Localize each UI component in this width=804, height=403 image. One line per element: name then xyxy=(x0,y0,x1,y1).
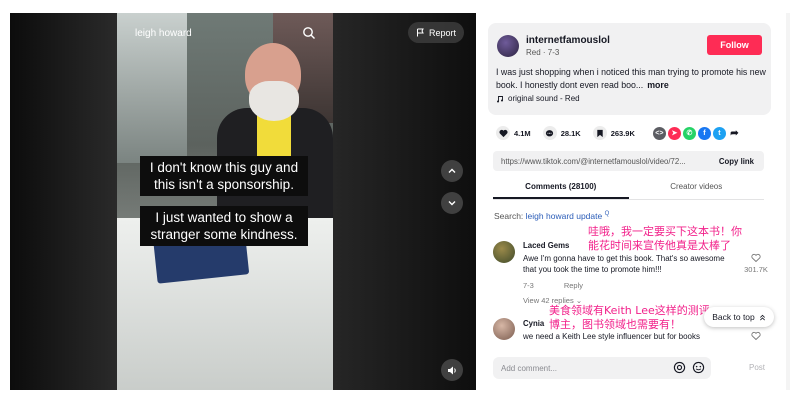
like-button[interactable]: 4.1M xyxy=(496,126,531,140)
report-label: Report xyxy=(428,27,456,38)
scrollbar[interactable] xyxy=(786,13,790,390)
report-button[interactable]: Report xyxy=(408,22,464,43)
search-icon[interactable] xyxy=(302,26,316,40)
comment-like-button[interactable]: 301.7K xyxy=(741,253,771,274)
search-keyword[interactable]: leigh howard update xyxy=(526,211,603,221)
tab-comments[interactable]: Comments (28100) xyxy=(493,178,629,199)
comment-like-button[interactable] xyxy=(741,331,771,343)
post-description: I was just shopping when i noticed this … xyxy=(496,66,766,91)
back-to-top-button[interactable]: Back to top xyxy=(704,307,774,327)
video-caption: I just wanted to show a stranger some ki… xyxy=(140,206,308,246)
avatar[interactable] xyxy=(497,35,519,57)
save-button[interactable]: 263.9K xyxy=(592,126,635,140)
save-count: 263.9K xyxy=(610,128,635,138)
emoji-icon[interactable] xyxy=(692,361,705,374)
whatsapp-icon[interactable]: ✆ xyxy=(682,126,696,140)
annotation-overlay: 哇哦，我一定要买下这本书！你能花时间来宣传他真是太棒了 xyxy=(588,225,742,252)
author-subline: Red · 7-3 xyxy=(526,48,560,57)
comment-author[interactable]: Cynia xyxy=(523,319,544,328)
mention-icon[interactable] xyxy=(673,361,686,374)
share-arrow-icon[interactable]: ➦ xyxy=(727,126,741,140)
comment-meta: 7-3 Reply xyxy=(523,281,583,290)
chevron-down-icon xyxy=(448,201,456,206)
music-note-icon xyxy=(497,95,503,102)
more-link[interactable]: more xyxy=(647,80,669,90)
volume-button[interactable] xyxy=(441,359,463,381)
comment-date: 7-3 xyxy=(523,281,534,290)
copy-link-button[interactable]: Copy link xyxy=(709,157,764,166)
heart-outline-icon xyxy=(751,331,761,341)
sound-link[interactable]: original sound - Red xyxy=(496,94,580,103)
flag-icon xyxy=(416,28,424,37)
video-username-overlay: leigh howard xyxy=(135,28,192,39)
tiktok-video-page: leigh howard Report I don't know this gu… xyxy=(0,0,804,403)
share-url[interactable]: https://www.tiktok.com/@internetfamouslo… xyxy=(493,157,709,166)
double-chevron-up-icon xyxy=(759,314,765,320)
share-icons: <> ➤ ✆ f t ➦ xyxy=(652,126,741,140)
avatar[interactable] xyxy=(493,318,515,340)
tab-creator-videos[interactable]: Creator videos xyxy=(629,178,765,199)
comment-text: Awe I'm gonna have to get this book. Tha… xyxy=(523,254,725,274)
volume-icon xyxy=(447,366,456,374)
post-info-card: internetfamouslol Red · 7-3 Follow I was… xyxy=(488,23,771,115)
video-caption: I don't know this guy and this isn't a s… xyxy=(140,156,308,196)
heart-icon xyxy=(496,126,510,140)
search-prefix: Search: xyxy=(494,211,524,221)
bookmark-icon xyxy=(592,126,607,140)
comment-input-icons xyxy=(673,361,705,374)
man-beard xyxy=(249,81,299,121)
video-blur-left xyxy=(10,13,117,390)
heart-outline-icon xyxy=(751,253,761,263)
comment-icon xyxy=(542,126,557,140)
comment-input[interactable]: Add comment... xyxy=(493,357,711,379)
comment-author[interactable]: Laced Gems xyxy=(523,241,569,250)
search-suggestion[interactable]: Search: leigh howard update Q xyxy=(494,211,609,221)
like-count: 4.1M xyxy=(514,128,531,138)
comment-input-placeholder: Add comment... xyxy=(501,363,558,373)
next-video-button[interactable] xyxy=(441,192,463,214)
comment-count: 28.1K xyxy=(560,128,581,138)
search-small-icon: Q xyxy=(604,211,610,218)
reply-button[interactable]: Reply xyxy=(564,281,583,290)
sound-label: original sound - Red xyxy=(508,94,580,103)
share-link-box: https://www.tiktok.com/@internetfamouslo… xyxy=(493,151,764,171)
facebook-icon[interactable]: f xyxy=(697,126,711,140)
follow-button[interactable]: Follow xyxy=(707,35,762,55)
chevron-up-icon xyxy=(448,168,456,173)
description-text: I was just shopping when i noticed this … xyxy=(496,67,766,90)
author-name[interactable]: internetfamouslol xyxy=(526,35,610,46)
send-icon[interactable]: ➤ xyxy=(667,126,681,140)
back-to-top-label: Back to top xyxy=(712,312,755,322)
video-frame[interactable] xyxy=(117,13,333,390)
annotation-overlay: 美食领域有Keith Lee这样的测评博主，图书领域也需要有！ xyxy=(549,304,710,331)
avatar[interactable] xyxy=(493,241,515,263)
comment-like-count: 301.7K xyxy=(744,265,768,274)
comment-button[interactable]: 28.1K xyxy=(542,126,581,140)
side-panel: internetfamouslol Red · 7-3 Follow I was… xyxy=(476,13,786,390)
panel-tabs: Comments (28100) Creator videos xyxy=(493,178,764,200)
comment-text: we need a Keith Lee style influencer but… xyxy=(523,332,700,341)
post-comment-button[interactable]: Post xyxy=(749,363,765,372)
twitter-icon[interactable]: t xyxy=(712,126,726,140)
embed-icon[interactable]: <> xyxy=(652,126,666,140)
engagement-bar: 4.1M 28.1K 263.9K <> ➤ ✆ f t ➦ xyxy=(496,124,776,142)
video-player[interactable]: leigh howard Report I don't know this gu… xyxy=(10,13,476,390)
previous-video-button[interactable] xyxy=(441,160,463,182)
